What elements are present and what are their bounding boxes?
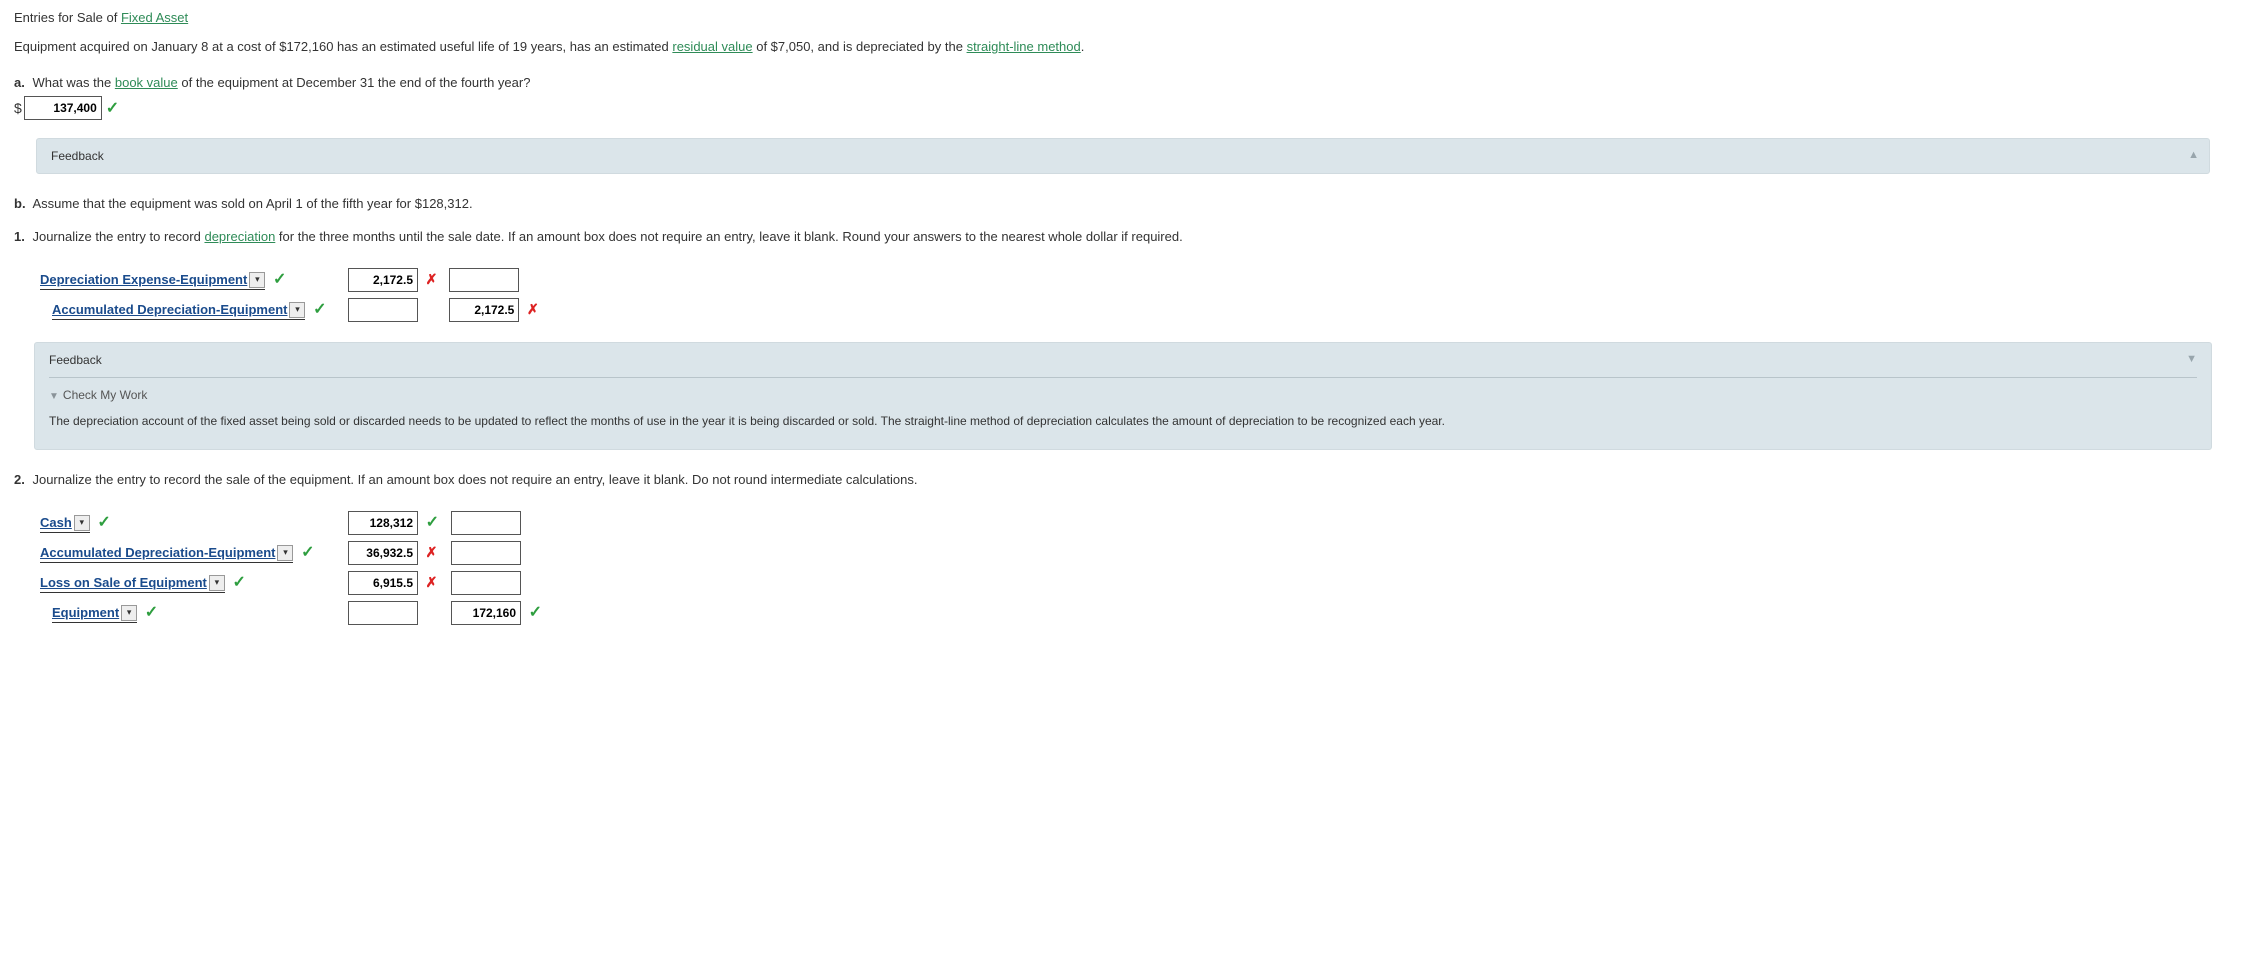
depreciation-link[interactable]: depreciation <box>204 229 275 244</box>
cross-icon: ✗ <box>527 301 539 317</box>
check-icon: ✓ <box>273 271 286 288</box>
journal-row: Accumulated Depreciation-Equipment▾ ✓ ✗ <box>36 298 547 322</box>
b2-text: Journalize the entry to record the sale … <box>32 472 917 487</box>
account-label: Loss on Sale of Equipment <box>40 575 207 590</box>
title-prefix: Entries for Sale of <box>14 10 117 25</box>
account-select[interactable]: Loss on Sale of Equipment▾ <box>40 575 225 594</box>
part-a: a. What was the book value of the equipm… <box>14 75 2232 120</box>
account-label: Accumulated Depreciation-Equipment <box>52 302 287 317</box>
feedback-panel-b1: Feedback ▼ ▼ Check My Work The depreciati… <box>34 342 2212 450</box>
triangle-down-icon: ▼ <box>49 391 59 402</box>
collapse-icon[interactable]: ▲ <box>2188 149 2199 161</box>
part-b2: 2. Journalize the entry to record the sa… <box>14 472 2232 487</box>
page-title: Entries for Sale of Fixed Asset <box>14 10 2232 25</box>
check-icon: ✓ <box>313 301 326 318</box>
account-label: Accumulated Depreciation-Equipment <box>40 545 275 560</box>
book-value-input[interactable] <box>24 96 102 120</box>
debit-input[interactable] <box>348 298 418 322</box>
debit-input[interactable] <box>348 601 418 625</box>
check-my-work-toggle[interactable]: ▼ Check My Work <box>49 388 2197 402</box>
account-label: Depreciation Expense-Equipment <box>40 272 247 287</box>
check-icon: ✓ <box>232 574 245 591</box>
chevron-down-icon[interactable]: ▾ <box>209 575 225 591</box>
part-a-question: a. What was the book value of the equipm… <box>14 75 2232 90</box>
b1-t2: for the three months until the sale date… <box>279 229 1183 244</box>
account-select[interactable]: Equipment▾ <box>52 605 137 624</box>
label-b1: 1. <box>14 229 25 244</box>
cross-icon: ✗ <box>426 574 438 590</box>
account-label: Cash <box>40 515 72 530</box>
account-select[interactable]: Accumulated Depreciation-Equipment▾ <box>52 302 305 321</box>
b-text: Assume that the equipment was sold on Ap… <box>32 196 472 211</box>
part-b1: 1. Journalize the entry to record deprec… <box>14 229 2232 244</box>
chevron-down-icon[interactable]: ▾ <box>277 545 293 561</box>
check-icon: ✓ <box>529 604 542 621</box>
check-icon: ✓ <box>301 544 314 561</box>
intro-paragraph: Equipment acquired on January 8 at a cos… <box>14 37 2232 57</box>
credit-input[interactable] <box>451 571 521 595</box>
expand-icon[interactable]: ▼ <box>2186 353 2197 365</box>
a-q1: What was the <box>32 75 111 90</box>
account-label: Equipment <box>52 605 119 620</box>
journal-row: Loss on Sale of Equipment▾ ✓ ✗ <box>36 571 550 595</box>
fixed-asset-link[interactable]: Fixed Asset <box>121 10 188 25</box>
part-b: b. Assume that the equipment was sold on… <box>14 196 2232 211</box>
credit-input[interactable] <box>451 541 521 565</box>
dollar-sign: $ <box>14 100 22 116</box>
debit-input[interactable] <box>348 541 418 565</box>
chevron-down-icon[interactable]: ▾ <box>121 605 137 621</box>
journal-table-b1: Depreciation Expense-Equipment▾ ✓ ✗ Accu… <box>36 262 547 328</box>
debit-input[interactable] <box>348 571 418 595</box>
debit-input[interactable] <box>348 511 418 535</box>
cross-icon: ✗ <box>426 544 438 560</box>
chevron-down-icon[interactable]: ▾ <box>289 302 305 318</box>
check-icon: ✓ <box>97 514 110 531</box>
check-icon: ✓ <box>106 98 119 118</box>
credit-input[interactable] <box>449 298 519 322</box>
journal-row: Accumulated Depreciation-Equipment▾ ✓ ✗ <box>36 541 550 565</box>
journal-row: Cash▾ ✓ ✓ <box>36 511 550 535</box>
intro-text-2: of $7,050, and is depreciated by the <box>756 39 963 54</box>
account-select[interactable]: Accumulated Depreciation-Equipment▾ <box>40 545 293 564</box>
label-b: b. <box>14 196 26 211</box>
intro-period: . <box>1081 39 1085 54</box>
straight-line-link[interactable]: straight-line method <box>967 39 1081 54</box>
hint-text: The depreciation account of the fixed as… <box>49 412 2197 431</box>
feedback-label: Feedback <box>51 149 104 163</box>
feedback-label: Feedback <box>49 353 102 367</box>
a-q2: of the equipment at December 31 the end … <box>181 75 530 90</box>
book-value-link[interactable]: book value <box>115 75 178 90</box>
journal-row: Depreciation Expense-Equipment▾ ✓ ✗ <box>36 268 547 292</box>
credit-input[interactable] <box>451 601 521 625</box>
credit-input[interactable] <box>449 268 519 292</box>
label-b2: 2. <box>14 472 25 487</box>
intro-text-1: Equipment acquired on January 8 at a cos… <box>14 39 669 54</box>
residual-value-link[interactable]: residual value <box>672 39 752 54</box>
b1-t1: Journalize the entry to record <box>32 229 200 244</box>
chevron-down-icon[interactable]: ▾ <box>249 272 265 288</box>
debit-input[interactable] <box>348 268 418 292</box>
account-select[interactable]: Depreciation Expense-Equipment▾ <box>40 272 265 291</box>
chevron-down-icon[interactable]: ▾ <box>74 515 90 531</box>
journal-row: Equipment▾ ✓ ✓ <box>36 601 550 625</box>
check-icon: ✓ <box>145 604 158 621</box>
cross-icon: ✗ <box>426 271 438 287</box>
credit-input[interactable] <box>451 511 521 535</box>
check-icon: ✓ <box>426 514 439 531</box>
journal-table-b2: Cash▾ ✓ ✓ Accumulated Depreciation-Equip… <box>36 505 550 631</box>
label-a: a. <box>14 75 25 90</box>
cmw-label: Check My Work <box>63 388 147 402</box>
feedback-panel-a[interactable]: Feedback ▲ <box>36 138 2210 174</box>
account-select[interactable]: Cash▾ <box>40 515 90 534</box>
